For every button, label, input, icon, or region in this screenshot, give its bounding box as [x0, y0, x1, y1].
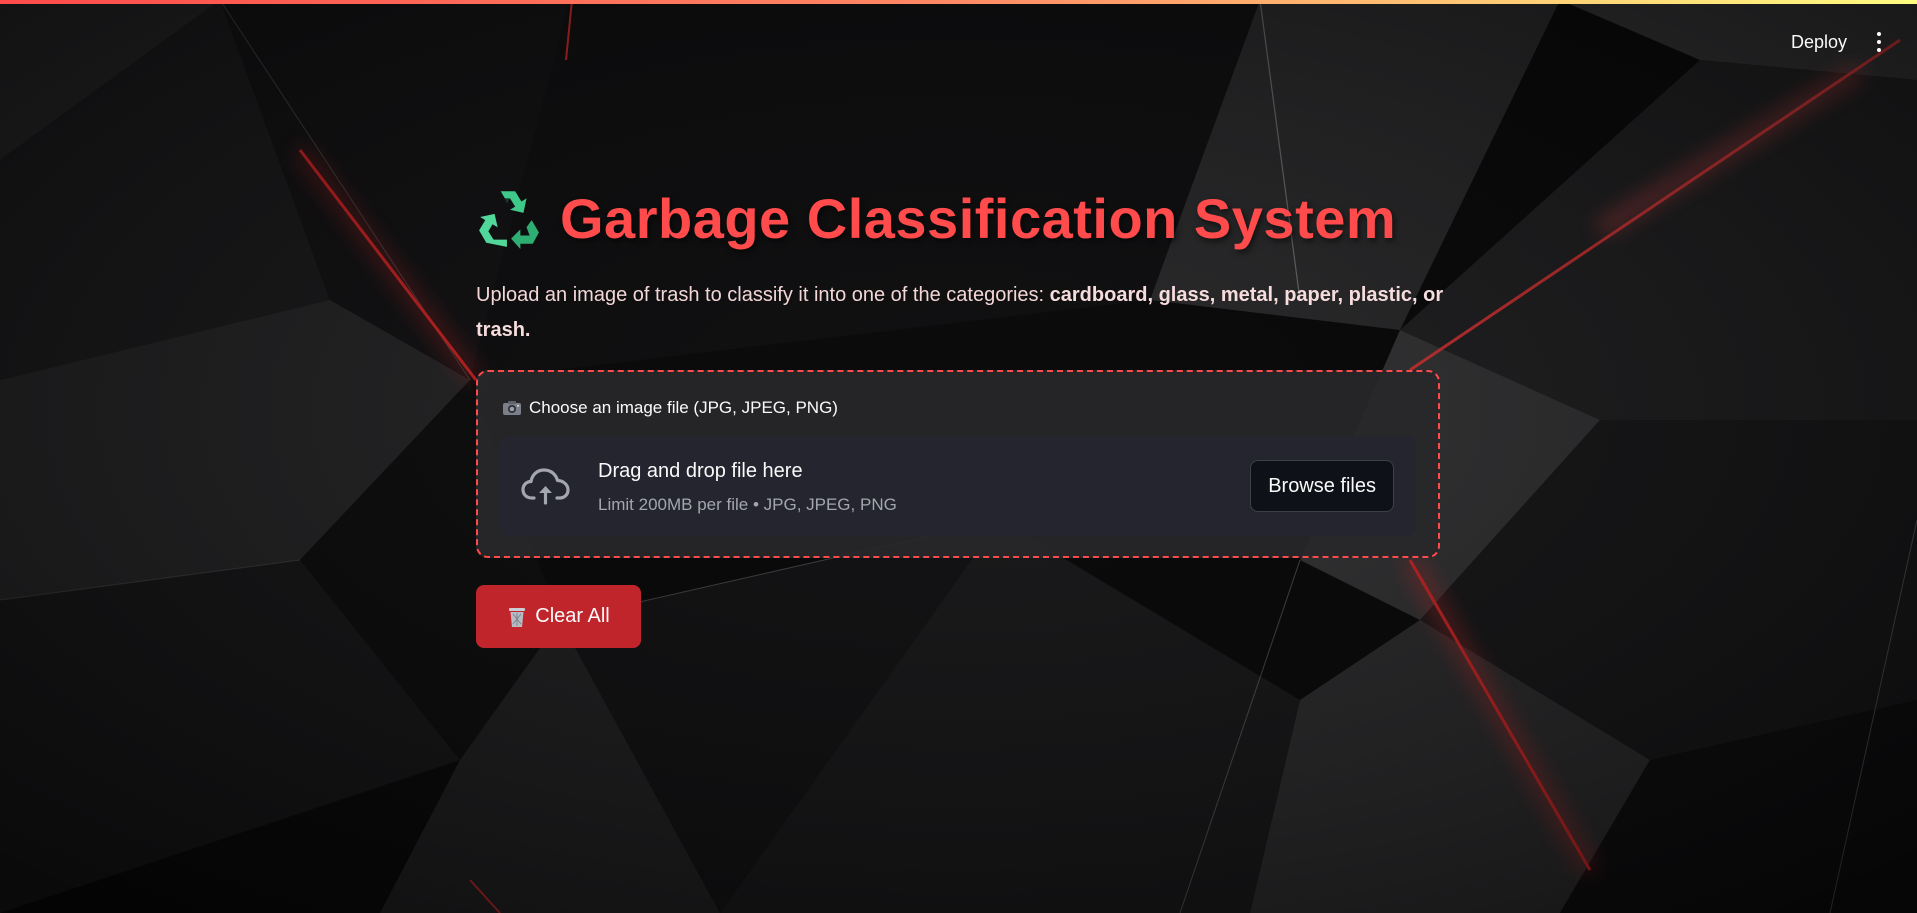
subtitle: Upload an image of trash to classify it …	[476, 278, 1444, 348]
deploy-button[interactable]: Deploy	[1777, 24, 1861, 61]
uploader-label-text: Choose an image file (JPG, JPEG, PNG)	[529, 398, 838, 417]
camera-icon	[503, 401, 521, 415]
subtitle-text: Upload an image of trash to classify it …	[476, 284, 1050, 306]
browse-files-button[interactable]: Browse files	[1250, 460, 1394, 512]
more-vertical-icon[interactable]	[1869, 28, 1889, 56]
drop-hint: Limit 200MB per file • JPG, JPEG, PNG	[598, 495, 897, 514]
clear-all-label: Clear All	[535, 605, 610, 627]
drop-title: Drag and drop file here	[598, 460, 803, 482]
file-uploader-card: Choose an image file (JPG, JPEG, PNG) Dr…	[476, 370, 1440, 558]
file-dropzone[interactable]: Drag and drop file here Limit 200MB per …	[500, 436, 1416, 536]
clear-all-button[interactable]: Clear All	[476, 585, 641, 648]
trash-icon	[509, 607, 526, 627]
main-content: Garbage Classification System Upload an …	[476, 180, 1444, 648]
cloud-upload-icon	[521, 468, 570, 505]
top-decoration-stripe	[0, 0, 1917, 4]
uploader-label: Choose an image file (JPG, JPEG, PNG)	[502, 398, 838, 418]
app-header: Deploy	[1777, 0, 1917, 84]
recycle-icon	[479, 191, 539, 249]
page-title: Garbage Classification System	[560, 186, 1397, 250]
title-row: Garbage Classification System	[476, 180, 1444, 256]
